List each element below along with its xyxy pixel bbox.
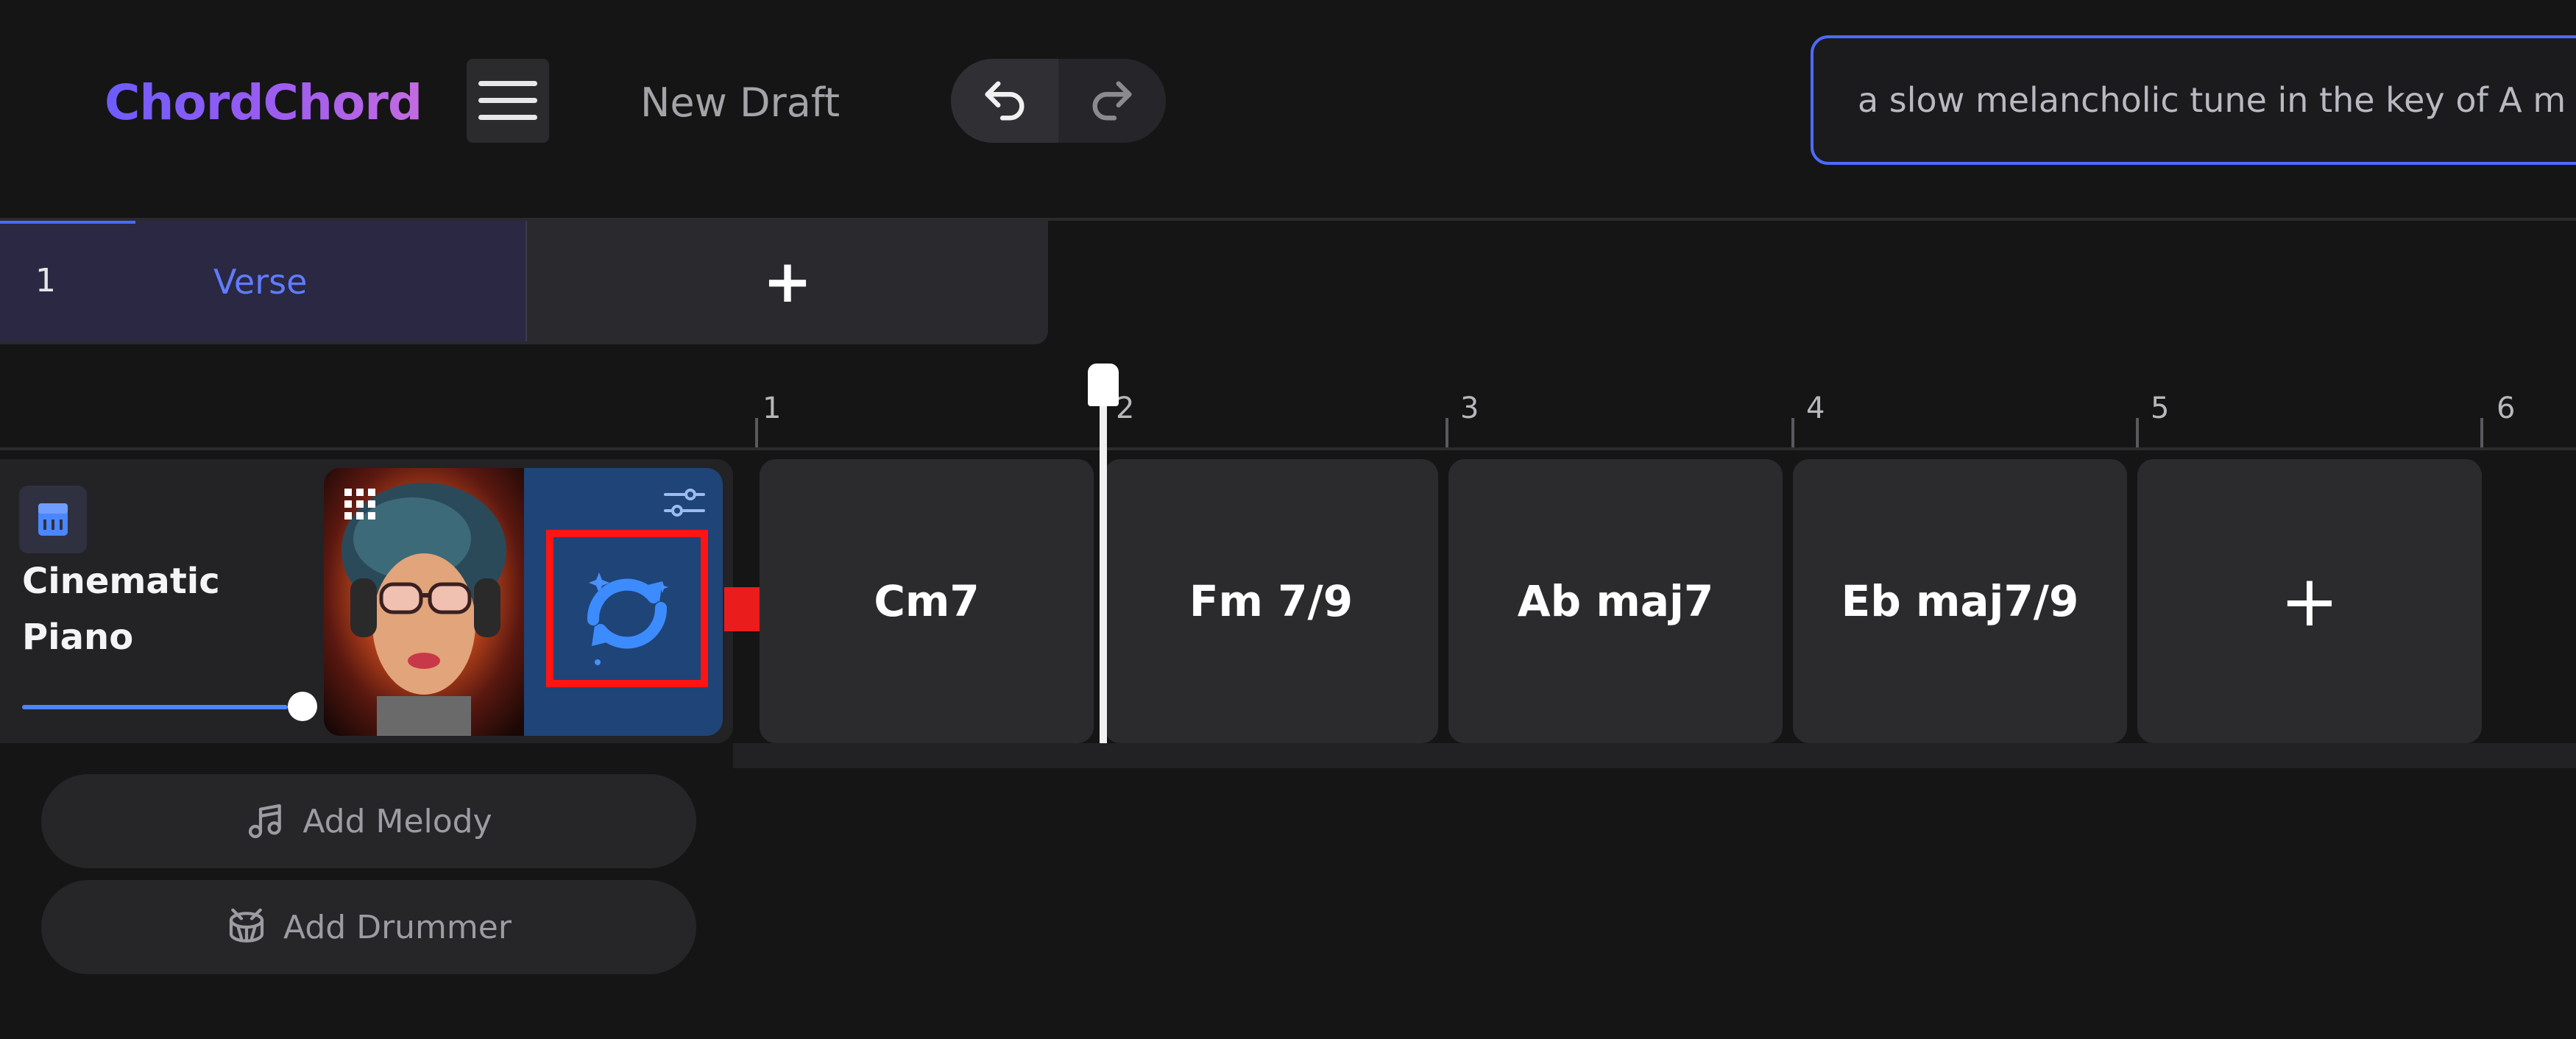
section-tabs: 1 Verse +: [0, 221, 1048, 344]
track-lane-footer: [733, 743, 2576, 768]
undo-icon: [985, 81, 1025, 121]
track-name: Cinematic Piano: [22, 561, 220, 658]
active-tab-indicator: [0, 221, 135, 224]
draft-title[interactable]: New Draft: [640, 77, 840, 130]
add-chord-button[interactable]: +: [2137, 459, 2482, 743]
add-drummer-label: Add Drummer: [283, 908, 512, 946]
chord-block[interactable]: Eb maj7/9: [1793, 459, 2127, 743]
playhead-handle[interactable]: [1088, 364, 1119, 406]
menu-icon-bar: [478, 98, 537, 103]
bar-number: 4: [1806, 391, 1825, 425]
bar-number: 6: [2497, 391, 2516, 425]
regenerate-button[interactable]: [546, 530, 708, 687]
bar-number: 1: [762, 391, 782, 425]
bar-tick: [2136, 418, 2139, 447]
playhead[interactable]: [1100, 397, 1107, 743]
redo-icon: [1092, 81, 1132, 121]
timeline-ruler: [0, 447, 2576, 450]
add-melody-button[interactable]: Add Melody: [41, 774, 696, 868]
regenerate-icon: [587, 572, 668, 665]
tab-number: 1: [35, 262, 56, 299]
bar-tick: [755, 418, 758, 447]
bar-tick: [1791, 418, 1794, 447]
tab-verse[interactable]: 1 Verse: [0, 221, 527, 341]
bar-number: 5: [2151, 391, 2170, 425]
chord-block[interactable]: Ab maj7: [1448, 459, 1783, 743]
bar-tick: [2480, 418, 2483, 447]
track-header: Cinematic Piano: [0, 459, 733, 743]
drum-icon: [229, 908, 264, 943]
prompt-input[interactable]: [1814, 38, 2576, 162]
add-section-button[interactable]: +: [736, 241, 839, 322]
menu-button[interactable]: [467, 59, 549, 143]
instrument-button[interactable]: [19, 486, 87, 553]
bar-tick: [1446, 418, 1448, 447]
style-cover-image[interactable]: [324, 468, 524, 736]
add-drummer-button[interactable]: Add Drummer: [41, 880, 696, 974]
redo-button[interactable]: [1058, 59, 1166, 143]
menu-icon-bar: [478, 81, 537, 86]
app-logo[interactable]: ChordChord: [105, 71, 422, 135]
tab-label: Verse: [213, 262, 308, 302]
undo-button[interactable]: [951, 59, 1058, 143]
grid-icon: [344, 489, 375, 520]
add-melody-label: Add Melody: [302, 802, 492, 840]
chord-block[interactable]: Fm 7/9: [1104, 459, 1438, 743]
piano-icon: [38, 503, 68, 536]
menu-icon-bar: [478, 115, 537, 120]
chord-block[interactable]: Cm7: [760, 459, 1094, 743]
settings-sliders-icon[interactable]: [661, 484, 708, 522]
volume-slider-track[interactable]: [22, 705, 288, 709]
prompt-field[interactable]: [1811, 35, 2576, 165]
volume-slider-handle[interactable]: [288, 692, 317, 721]
history-controls: [951, 59, 1166, 143]
bar-number: 3: [1460, 391, 1479, 425]
music-note-icon: [249, 804, 282, 839]
